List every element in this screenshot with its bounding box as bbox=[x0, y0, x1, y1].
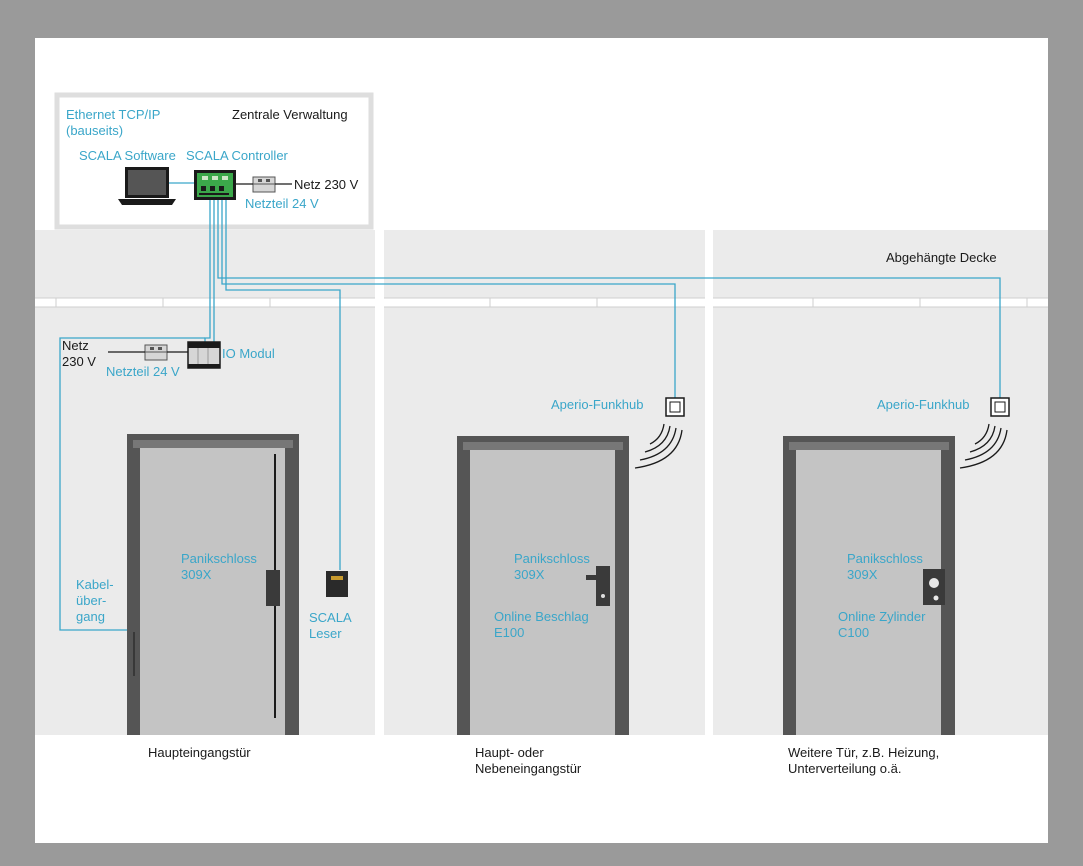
controller-label: SCALA Controller bbox=[186, 148, 289, 163]
main-door bbox=[127, 434, 299, 735]
room1-lock-label-2: 309X bbox=[181, 567, 212, 582]
room3-lock-label-2: 309X bbox=[847, 567, 878, 582]
room1-lock-label-1: Panikschloss bbox=[181, 551, 257, 566]
controller-icon bbox=[194, 170, 236, 200]
io-module-label: IO Modul bbox=[222, 346, 275, 361]
laptop-icon bbox=[118, 167, 176, 205]
room1-psu-label: Netzteil 24 V bbox=[106, 364, 180, 379]
room1-mains-label-2: 230 V bbox=[62, 354, 96, 369]
room2-caption-2: Nebeneingangstür bbox=[475, 761, 582, 776]
room1-psu-icon bbox=[144, 344, 168, 361]
ceiling-label: Abgehängte Decke bbox=[886, 250, 997, 265]
central-psu-label: Netzteil 24 V bbox=[245, 196, 319, 211]
room2-lock-label-1: Panikschloss bbox=[514, 551, 590, 566]
room2-caption-1: Haupt- oder bbox=[475, 745, 544, 760]
room3-hub-label: Aperio-Funkhub bbox=[877, 397, 970, 412]
cable-transfer-label-3: gang bbox=[76, 609, 105, 624]
room1-caption: Haupteingangstür bbox=[148, 745, 251, 760]
room2-lock-label-2: 309X bbox=[514, 567, 545, 582]
cylinder-icon bbox=[923, 569, 945, 605]
cylinder-label-2: C100 bbox=[838, 625, 869, 640]
central-title: Zentrale Verwaltung bbox=[232, 107, 348, 122]
cylinder-label-1: Online Zylinder bbox=[838, 609, 926, 624]
reader-icon bbox=[326, 571, 348, 597]
fitting-label-2: E100 bbox=[494, 625, 524, 640]
room3-caption-2: Unterverteilung o.ä. bbox=[788, 761, 901, 776]
room3-caption-1: Weitere Tür, z.B. Heizung, bbox=[788, 745, 939, 760]
cable-transfer-label-2: über- bbox=[76, 593, 106, 608]
reader-label-1: SCALA bbox=[309, 610, 352, 625]
ethernet-label-1: Ethernet TCP/IP bbox=[66, 107, 160, 122]
cable-transfer-label-1: Kabel- bbox=[76, 577, 114, 592]
io-module-icon bbox=[187, 341, 221, 369]
room1-mains-label-1: Netz bbox=[62, 338, 89, 353]
power-supply-icon bbox=[252, 176, 276, 193]
room3-lock-label-1: Panikschloss bbox=[847, 551, 923, 566]
reader-label-2: Leser bbox=[309, 626, 342, 641]
ethernet-label-2: (bauseits) bbox=[66, 123, 123, 138]
room3-hub-icon bbox=[990, 397, 1010, 417]
software-label: SCALA Software bbox=[79, 148, 176, 163]
room2-hub-icon bbox=[665, 397, 685, 417]
central-mains-label: Netz 230 V bbox=[294, 177, 359, 192]
system-diagram: Ethernet TCP/IP (bauseits) Zentrale Verw… bbox=[0, 0, 1083, 866]
fitting-label-1: Online Beschlag bbox=[494, 609, 589, 624]
room2-hub-label: Aperio-Funkhub bbox=[551, 397, 644, 412]
